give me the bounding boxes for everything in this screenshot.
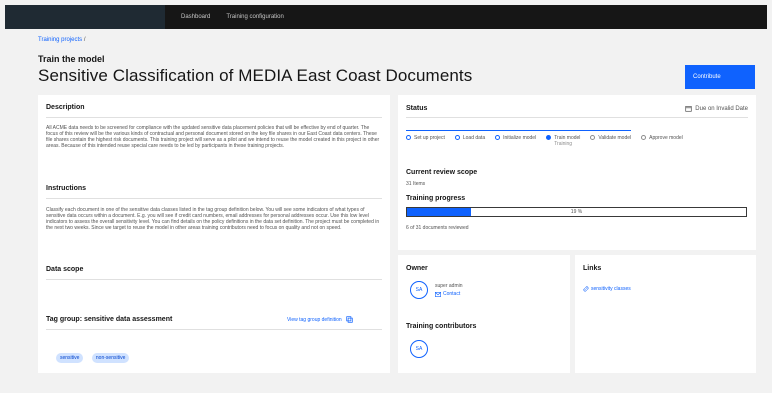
brand-area[interactable] — [5, 5, 165, 29]
step-label: Initialize model — [503, 135, 537, 141]
links-title: Links — [583, 265, 602, 272]
due-date-label: Due on Invalid Date — [695, 105, 748, 112]
links-panel: Links sensitivity classes — [575, 255, 756, 373]
breadcrumb-separator: / — [83, 37, 86, 43]
tag-non-sensitive[interactable]: non-sensitive — [91, 353, 130, 363]
contributor-avatar[interactable]: SA — [410, 340, 428, 358]
step-validate-model: Validate model — [590, 135, 631, 147]
owner-panel: Owner SA super admin Contact Training co… — [398, 255, 570, 373]
progress-steps: Set up project Load data Initialize mode… — [406, 135, 746, 147]
breadcrumb: Training projects / — [38, 37, 85, 43]
step-label: Load data — [462, 135, 486, 141]
project-details-panel: Description All ACME data needs to be sc… — [38, 95, 390, 373]
contact-label: Contact — [443, 291, 461, 297]
step-load-data: Load data — [454, 135, 486, 147]
email-icon — [435, 291, 441, 297]
view-tag-group-link[interactable]: View tag group definition — [287, 316, 353, 323]
link-icon — [583, 286, 589, 292]
review-scope-value: 31 Items — [406, 181, 426, 187]
step-label: Set up project — [414, 135, 445, 141]
divider — [46, 329, 382, 330]
top-nav: Dashboard Training configuration — [181, 14, 284, 20]
step-train-model: Train model Training — [546, 135, 580, 147]
owner-name: super admin — [435, 283, 463, 289]
nav-dashboard[interactable]: Dashboard — [181, 14, 210, 20]
copy-icon — [346, 316, 353, 323]
progress-track — [406, 130, 631, 131]
breadcrumb-training-projects[interactable]: Training projects — [38, 37, 82, 43]
review-scope-title: Current review scope — [406, 169, 478, 176]
owner-contact-link[interactable]: Contact — [435, 291, 460, 297]
divider — [406, 117, 748, 118]
progress-caption: 6 of 31 documents reviewed — [406, 225, 469, 231]
calendar-icon — [685, 106, 692, 112]
tag-sensitive[interactable]: sensitive — [56, 353, 84, 363]
step-label: Validate model — [598, 135, 632, 141]
step-current-icon — [546, 135, 552, 140]
status-title: Status — [406, 105, 428, 112]
training-progress-bar: 19 % — [406, 207, 747, 217]
contribute-button[interactable]: Contribute — [685, 65, 755, 89]
tag-list: sensitive non-sensitive — [56, 346, 133, 364]
owner-title: Owner — [406, 265, 428, 272]
description-title: Description — [46, 104, 85, 111]
page-subtitle: Train the model — [38, 54, 105, 64]
progress-percent: 19 % — [570, 209, 583, 215]
step-complete-icon — [454, 135, 460, 140]
step-approve-model: Approve model — [641, 135, 683, 147]
step-label: Train model Training — [554, 135, 580, 147]
step-complete-icon — [406, 135, 411, 140]
status-panel: Status Due on Invalid Date Set up projec… — [398, 95, 756, 250]
step-pending-icon — [641, 135, 647, 140]
divider — [46, 279, 382, 280]
step-set-up-project: Set up project — [406, 135, 445, 147]
link-sensitivity-classes[interactable]: sensitivity classes — [583, 286, 631, 292]
instructions-title: Instructions — [46, 185, 87, 192]
divider — [46, 198, 382, 199]
tag-group-title: Tag group: sensitive data assessment — [46, 316, 173, 323]
link-label: sensitivity classes — [591, 286, 631, 292]
instructions-text: Classify each document in one of the sen… — [46, 207, 380, 231]
divider — [46, 117, 382, 118]
training-contributors-title: Training contributors — [406, 323, 477, 330]
step-label: Approve model — [649, 135, 683, 141]
step-pending-icon — [590, 135, 596, 140]
top-navigation-bar: Dashboard Training configuration — [5, 5, 767, 29]
step-initialize-model: Initialize model — [495, 135, 536, 147]
data-scope-title: Data scope — [46, 266, 84, 273]
page-title: Sensitive Classification of MEDIA East C… — [38, 66, 473, 85]
training-progress-title: Training progress — [406, 195, 466, 202]
step-sublabel: Training — [554, 141, 573, 147]
nav-training-configuration[interactable]: Training configuration — [226, 14, 283, 20]
step-complete-icon — [495, 135, 501, 140]
view-tag-group-label: View tag group definition — [287, 316, 342, 323]
description-text: All ACME data needs to be screened for c… — [46, 125, 380, 149]
due-date: Due on Invalid Date — [685, 105, 748, 112]
owner-avatar[interactable]: SA — [410, 281, 428, 299]
